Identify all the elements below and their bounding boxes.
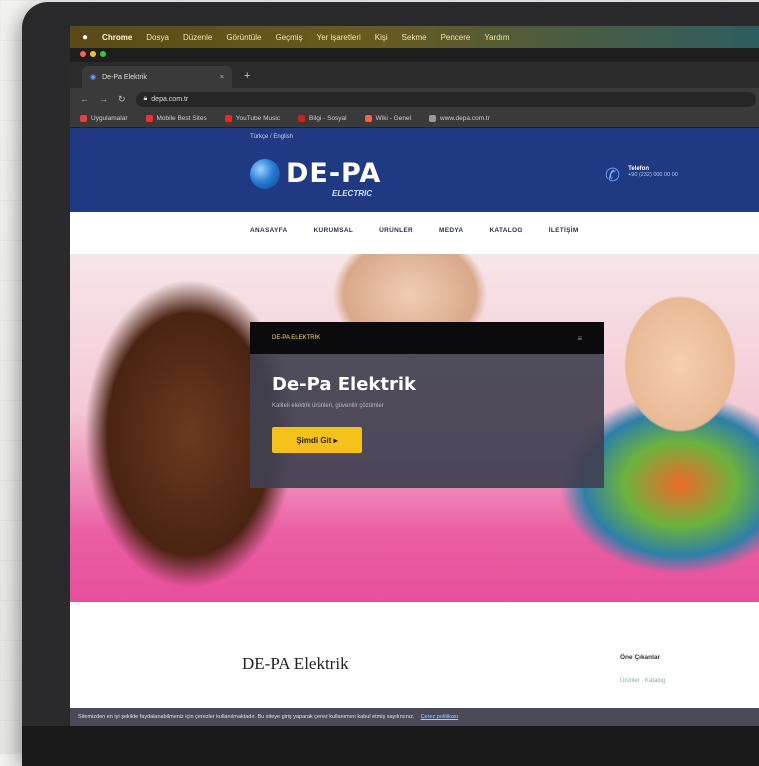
site-header: DE-PA ELECTRIC ✆ Telefon +90 (232) 000 0… <box>70 148 759 212</box>
bookmark-label: Bilgi - Sosyal <box>309 115 347 122</box>
menu-help[interactable]: Yardım <box>484 33 509 42</box>
close-window-button[interactable] <box>80 51 86 57</box>
tab-title: De-Pa Elektrik <box>102 73 147 81</box>
contact-text: +90 (232) 000 00 00 <box>628 172 678 178</box>
bookmark-item[interactable]: Mobile Best Sites <box>145 115 207 122</box>
mac-menubar: ● Chrome Dosya Düzenle Görüntüle Geçmiş … <box>70 26 759 48</box>
address-url: depa.com.tr <box>151 95 189 103</box>
laptop-frame: ● Chrome Dosya Düzenle Görüntüle Geçmiş … <box>22 2 759 766</box>
bookmark-item[interactable]: www.depa.com.tr <box>429 115 490 122</box>
menu-icon[interactable]: ≡ <box>577 334 582 343</box>
sidebar-title: Öne Çıkanlar <box>620 654 661 661</box>
site-icon <box>298 115 306 122</box>
bookmark-item[interactable]: Wiki - Genel <box>364 115 412 122</box>
window-controls <box>80 51 106 57</box>
new-tab-button[interactable]: + <box>244 70 250 82</box>
site-icon <box>145 115 153 122</box>
phone-icon: ✆ <box>605 165 621 185</box>
nav-products[interactable]: ÜRÜNLER <box>379 227 413 234</box>
nav-media[interactable]: MEDYA <box>439 227 463 234</box>
hero-card-header: DE-PA ELEKTRİK ≡ <box>250 322 604 354</box>
language-switch[interactable]: Türkçe / English <box>250 134 293 140</box>
site-icon <box>364 115 372 122</box>
reload-icon[interactable]: ↻ <box>118 94 126 105</box>
nav-catalog[interactable]: KATALOG <box>489 227 522 234</box>
cookie-text: Sitemizden en iyi şekilde faydalanabilme… <box>78 714 415 720</box>
hero-slider: DE-PA ELEKTRİK ≡ De-Pa Elektrik Kaliteli… <box>70 254 759 602</box>
hero-cta-button[interactable]: Şimdi Git ▸ <box>272 427 362 453</box>
tab-bar: ◉ De-Pa Elektrik × + <box>70 62 759 88</box>
nav-home[interactable]: ANASAYFA <box>250 227 288 234</box>
content-title: DE-PA Elektrik <box>242 654 349 673</box>
youtube-icon <box>224 115 232 122</box>
hero-card: DE-PA ELEKTRİK ≡ De-Pa Elektrik Kaliteli… <box>250 322 604 488</box>
menu-edit[interactable]: Düzenle <box>183 33 212 42</box>
lock-icon: 🔒︎ <box>143 95 148 102</box>
logo-subtitle: ELECTRIC <box>332 189 372 198</box>
cookie-banner: Sitemizden en iyi şekilde faydalanabilme… <box>70 708 759 726</box>
address-bar[interactable]: 🔒︎ depa.com.tr <box>135 91 756 107</box>
globe-icon <box>429 115 437 122</box>
cookie-policy-link[interactable]: Çerez politikası <box>421 714 459 720</box>
maximize-window-button[interactable] <box>100 51 106 57</box>
logo-name: DE-PA <box>286 158 382 189</box>
menu-history[interactable]: Geçmiş <box>275 33 302 42</box>
website-viewport: Türkçe / English DE-PA ELECTRIC ✆ Telefo… <box>70 128 759 726</box>
hero-description: Kaliteli elektrik ürünleri, güvenilir çö… <box>272 403 384 409</box>
menu-bookmarks[interactable]: Yer işaretleri <box>317 33 361 42</box>
main-nav: ANASAYFA KURUMSAL ÜRÜNLER MEDYA KATALOG … <box>70 212 759 248</box>
minimize-window-button[interactable] <box>90 51 96 57</box>
back-icon[interactable]: ← <box>80 94 89 104</box>
forward-icon[interactable]: → <box>99 94 108 104</box>
bookmark-label: Mobile Best Sites <box>156 115 207 122</box>
bookmark-item[interactable]: Uygulamalar <box>80 115 128 122</box>
bookmark-label: Uygulamalar <box>91 115 128 122</box>
menu-file[interactable]: Dosya <box>146 33 169 42</box>
tab-favicon-icon: ◉ <box>90 74 97 81</box>
menu-view[interactable]: Görüntüle <box>226 33 261 42</box>
apple-icon[interactable]: ● <box>82 32 88 43</box>
hero-title: De-Pa Elektrik <box>272 374 417 395</box>
sidebar-link[interactable]: Ürünler · Katalog <box>620 678 665 684</box>
menu-window[interactable]: Pencere <box>441 33 471 42</box>
laptop-bezel-bottom <box>22 726 759 766</box>
bookmarks-bar: Uygulamalar Mobile Best Sites YouTube Mu… <box>70 110 759 128</box>
hero-card-body: De-Pa Elektrik Kaliteli elektrik ürünler… <box>250 354 604 488</box>
tab-close-icon[interactable]: × <box>220 74 224 81</box>
menu-tab[interactable]: Sekme <box>402 33 427 42</box>
bookmark-label: YouTube Music <box>235 115 281 122</box>
site-logo[interactable]: DE-PA ELECTRIC <box>250 158 382 198</box>
nav-corporate[interactable]: KURUMSAL <box>314 227 354 234</box>
menu-people[interactable]: Kişi <box>375 33 388 42</box>
bookmark-item[interactable]: YouTube Music <box>224 115 281 122</box>
header-contact: ✆ Telefon +90 (232) 000 00 00 <box>605 166 678 184</box>
logo-globe-icon <box>250 158 280 189</box>
bookmark-label: www.depa.com.tr <box>440 115 490 122</box>
apps-icon <box>80 115 87 122</box>
bookmark-item[interactable]: Bilgi - Sosyal <box>298 115 347 122</box>
nav-contact[interactable]: İLETİŞİM <box>549 227 579 234</box>
address-row: ← → ↻ 🔒︎ depa.com.tr <box>70 88 759 110</box>
laptop-screen: ● Chrome Dosya Düzenle Görüntüle Geçmiş … <box>70 26 759 726</box>
bookmark-label: Wiki - Genel <box>375 115 412 122</box>
hero-card-label: DE-PA ELEKTRİK <box>272 335 321 341</box>
menu-app-name[interactable]: Chrome <box>102 33 132 42</box>
browser-tab[interactable]: ◉ De-Pa Elektrik × <box>82 66 232 88</box>
